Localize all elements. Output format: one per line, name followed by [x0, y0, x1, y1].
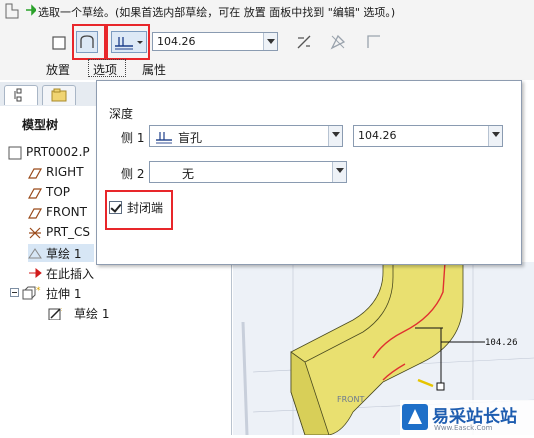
svg-text:*: *: [36, 286, 41, 296]
message-line: 选取一个草绘。(如果首选内部草绘，可在 放置 面板中找到 "编辑" 选项。): [0, 0, 534, 22]
tab-folder-browser[interactable]: [42, 85, 76, 105]
watermark-logo-icon: [402, 404, 428, 430]
dimension-label[interactable]: 104.26: [485, 338, 518, 348]
model-tree-title: 模型树: [22, 118, 59, 132]
options-panel: 深度 侧 1 盲孔 104.26 侧 2 无 封闭端: [96, 80, 522, 265]
watermark: 易采站长站 Www.Easck.Com: [400, 400, 534, 435]
side1-label: 侧 1: [121, 131, 145, 145]
green-arrow-icon: [26, 4, 36, 16]
side1-depth-value-combo[interactable]: 104.26: [353, 125, 503, 147]
flip-direction-icon[interactable]: [294, 32, 314, 52]
sketch-collector-icon: [5, 3, 19, 19]
hint-text: 选取一个草绘。(如果首选内部草绘，可在 放置 面板中找到 "编辑" 选项。): [38, 6, 396, 19]
tab-placement[interactable]: 放置: [46, 61, 70, 78]
plane-label-front: FRONT: [337, 395, 364, 404]
datum-plane-icon: [28, 168, 42, 179]
depth-value-text: 104.26: [157, 35, 196, 48]
coordinate-system-icon: [29, 227, 41, 239]
tab-properties[interactable]: 属性: [142, 61, 166, 78]
remove-material-icon[interactable]: [328, 32, 348, 52]
tree-item-sub-sketch[interactable]: * 草绘 1: [48, 304, 128, 322]
sketch-icon: [28, 248, 42, 259]
extrude-icon: *: [22, 286, 41, 300]
side1-type-text: 盲孔: [178, 131, 203, 145]
sketch-icon: *: [48, 307, 62, 320]
solid-button[interactable]: [48, 32, 70, 54]
side2-type-text: 无: [182, 167, 195, 181]
watermark-sub: Www.Easck.Com: [434, 424, 493, 432]
datum-plane-icon: [28, 188, 42, 199]
folder-icon: [51, 88, 67, 102]
depth-highlight-box: [106, 24, 150, 60]
surface-highlight-box: [72, 24, 106, 60]
chevron-down-icon[interactable]: [488, 126, 502, 146]
depth-value-combo[interactable]: 104.26: [152, 32, 278, 51]
capped-ends-highlight-box: [105, 190, 173, 230]
side1-value-text: 104.26: [358, 129, 397, 142]
extrude-dashboard: 选取一个草绘。(如果首选内部草绘，可在 放置 面板中找到 "编辑" 选项。) 1…: [0, 0, 534, 80]
active-tab-outline: [88, 59, 126, 77]
tree-item-part[interactable]: PRT0002.P: [8, 144, 98, 162]
datum-plane-icon: [28, 208, 42, 219]
collapse-icon[interactable]: [10, 288, 20, 298]
tab-model-tree[interactable]: [4, 85, 38, 105]
blind-depth-icon: [156, 132, 172, 144]
tree-item-insert-here[interactable]: 在此插入: [28, 264, 108, 282]
chevron-down-icon[interactable]: [332, 162, 346, 182]
tree-item-extrude[interactable]: * 拉伸 1: [10, 284, 110, 302]
side2-label: 侧 2: [121, 167, 145, 181]
part-icon: [8, 146, 22, 160]
dashboard-tabs: 放置 选项 属性: [0, 60, 534, 80]
solid-icon: [52, 36, 66, 50]
chevron-down-icon[interactable]: [328, 126, 342, 146]
insert-arrow-icon: [29, 267, 42, 279]
thicken-icon[interactable]: [364, 32, 384, 52]
side2-depth-type-select[interactable]: 无: [149, 161, 347, 183]
chevron-down-icon[interactable]: [263, 33, 277, 50]
model-tree-icon: [14, 88, 22, 102]
side1-depth-type-select[interactable]: 盲孔: [149, 125, 343, 147]
svg-text:*: *: [61, 307, 62, 317]
tree-item-sketch[interactable]: 草绘 1: [28, 244, 94, 262]
depth-section-title: 深度: [109, 107, 134, 121]
